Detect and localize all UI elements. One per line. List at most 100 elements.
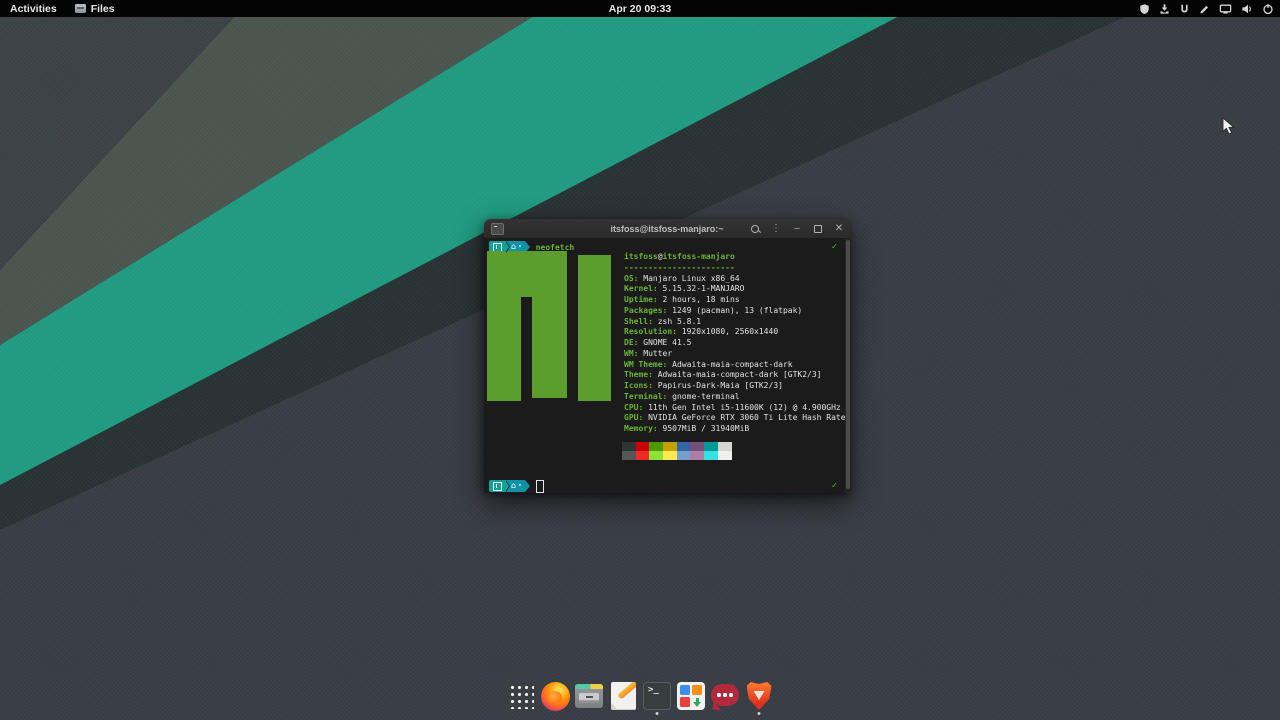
scrollbar[interactable] xyxy=(845,239,850,493)
exit-status-check: ✓ xyxy=(832,242,837,252)
home-icon: ⌂ xyxy=(511,482,516,490)
running-indicator xyxy=(656,712,659,715)
desktop: Activities Files Apr 20 09:33 xyxy=(0,0,1280,720)
exit-status-check: ✓ xyxy=(832,481,837,491)
neofetch-line-wm: WM: Mutter xyxy=(624,349,846,360)
volume-icon[interactable] xyxy=(1241,3,1253,15)
palette-swatch xyxy=(718,442,732,451)
menu-button[interactable]: ⋮ xyxy=(770,219,782,238)
dock-software[interactable] xyxy=(676,680,706,716)
terminal-window: itsfoss@itsfoss-manjaro:~ ⋮ – ✕ ⌂ ▾ xyxy=(484,219,850,493)
palette-swatch xyxy=(677,442,691,451)
terminal-body[interactable]: ⌂ ▾ neofetch ✓ itsfoss@itsfoss-manjaro -… xyxy=(484,239,850,493)
files-app-icon xyxy=(75,4,86,13)
close-button[interactable]: ✕ xyxy=(833,219,845,238)
logo-right-bar xyxy=(578,255,611,401)
neofetch-line-theme: Theme: Adwaita-maia-compact-dark [GTK2/3… xyxy=(624,370,846,381)
uget-icon[interactable] xyxy=(1179,3,1190,15)
neofetch-info: itsfoss@itsfoss-manjaro ----------------… xyxy=(624,252,846,435)
activities-button[interactable]: Activities xyxy=(0,0,67,17)
dock: >_ xyxy=(0,680,1280,720)
chevron-down-icon: ▾ xyxy=(518,483,522,489)
prompt-line-current[interactable]: ⌂ ▾ xyxy=(489,480,544,492)
text-editor-icon xyxy=(611,682,636,710)
running-indicator xyxy=(758,712,761,715)
logo-left-bar xyxy=(487,251,521,401)
mouse-cursor xyxy=(1222,117,1236,142)
chat-icon xyxy=(711,684,739,706)
palette-swatch xyxy=(622,442,636,451)
neofetch-line-resolution: Resolution: 1920x1080, 2560x1440 xyxy=(624,327,846,338)
terminal-app-icon xyxy=(491,223,504,235)
dock-brave[interactable] xyxy=(744,680,774,716)
home-icon: ⌂ xyxy=(511,243,516,251)
palette-swatch xyxy=(649,442,663,451)
neofetch-title: itsfoss@itsfoss-manjaro xyxy=(624,252,846,263)
dock-firefox[interactable] xyxy=(540,680,570,716)
neofetch-line-de: DE: GNOME 41.5 xyxy=(624,338,846,349)
search-icon xyxy=(751,225,759,233)
text-cursor[interactable] xyxy=(536,480,544,493)
neofetch-line-memory: Memory: 9507MiB / 31940MiB xyxy=(624,424,846,435)
display-icon[interactable] xyxy=(1219,3,1232,15)
palette-swatch xyxy=(663,442,677,451)
system-tray xyxy=(1139,0,1274,17)
top-bar: Activities Files Apr 20 09:33 xyxy=(0,0,1280,17)
neofetch-line-shell: Shell: zsh 5.8.1 xyxy=(624,317,846,328)
palette-swatch xyxy=(649,451,663,460)
brave-icon xyxy=(747,682,772,710)
power-icon[interactable] xyxy=(1262,3,1274,15)
dock-show-apps[interactable] xyxy=(506,680,536,716)
terminal-icon: >_ xyxy=(643,682,671,710)
focused-app-menu[interactable]: Files xyxy=(67,3,123,15)
palette-swatch xyxy=(622,451,636,460)
neofetch-manjaro-logo xyxy=(487,251,611,401)
dock-files[interactable] xyxy=(574,680,604,716)
dock-terminal[interactable]: >_ xyxy=(642,680,672,716)
terminal-color-palette xyxy=(622,442,732,460)
window-titlebar[interactable]: itsfoss@itsfoss-manjaro:~ ⋮ – ✕ xyxy=(484,219,850,239)
neofetch-line-packages: Packages: 1249 (pacman), 13 (flatpak) xyxy=(624,306,846,317)
neofetch-line-os: OS: Manjaro Linux x86_64 xyxy=(624,274,846,285)
palette-row-normal xyxy=(622,442,732,451)
chevron-down-icon: ▾ xyxy=(518,244,522,250)
shield-icon[interactable] xyxy=(1139,3,1150,15)
palette-row-bright xyxy=(622,451,732,460)
dock-text-editor[interactable] xyxy=(608,680,638,716)
powerline-separator xyxy=(505,480,509,492)
palette-swatch xyxy=(636,442,650,451)
neofetch-separator: ----------------------- xyxy=(624,263,846,274)
neofetch-line-gpu: GPU: NVIDIA GeForce RTX 3060 Ti Lite Has… xyxy=(624,413,846,424)
search-button[interactable] xyxy=(749,219,761,238)
powerline-tip xyxy=(525,480,530,492)
show-apps-icon xyxy=(508,683,534,709)
logo-middle-bar xyxy=(532,251,567,398)
neofetch-line-uptime: Uptime: 2 hours, 18 mins xyxy=(624,295,846,306)
maximize-button[interactable] xyxy=(812,219,824,238)
palette-swatch xyxy=(704,451,718,460)
minimize-button[interactable]: – xyxy=(791,219,803,238)
maximize-icon xyxy=(814,225,822,233)
neofetch-line-terminal: Terminal: gnome-terminal xyxy=(624,392,846,403)
firefox-icon xyxy=(541,682,570,711)
software-icon xyxy=(677,682,705,710)
files-icon xyxy=(575,684,603,708)
palette-swatch xyxy=(690,442,704,451)
pen-icon[interactable] xyxy=(1199,3,1210,15)
palette-swatch xyxy=(636,451,650,460)
neofetch-line-wmtheme: WM Theme: Adwaita-maia-compact-dark xyxy=(624,360,846,371)
manjaro-logo-icon xyxy=(493,482,502,491)
updates-icon[interactable] xyxy=(1159,3,1170,15)
window-title: itsfoss@itsfoss-manjaro:~ xyxy=(610,224,723,234)
focused-app-label: Files xyxy=(91,3,115,15)
dock-chat[interactable] xyxy=(710,680,740,716)
palette-swatch xyxy=(663,451,677,460)
palette-swatch xyxy=(704,442,718,451)
palette-swatch xyxy=(690,451,704,460)
neofetch-line-cpu: CPU: 11th Gen Intel i5-11600K (12) @ 4.9… xyxy=(624,403,846,414)
palette-swatch xyxy=(718,451,732,460)
powerline-separator xyxy=(505,241,509,253)
clock[interactable]: Apr 20 09:33 xyxy=(609,3,671,15)
palette-swatch xyxy=(677,451,691,460)
scrollbar-handle[interactable] xyxy=(846,240,850,489)
